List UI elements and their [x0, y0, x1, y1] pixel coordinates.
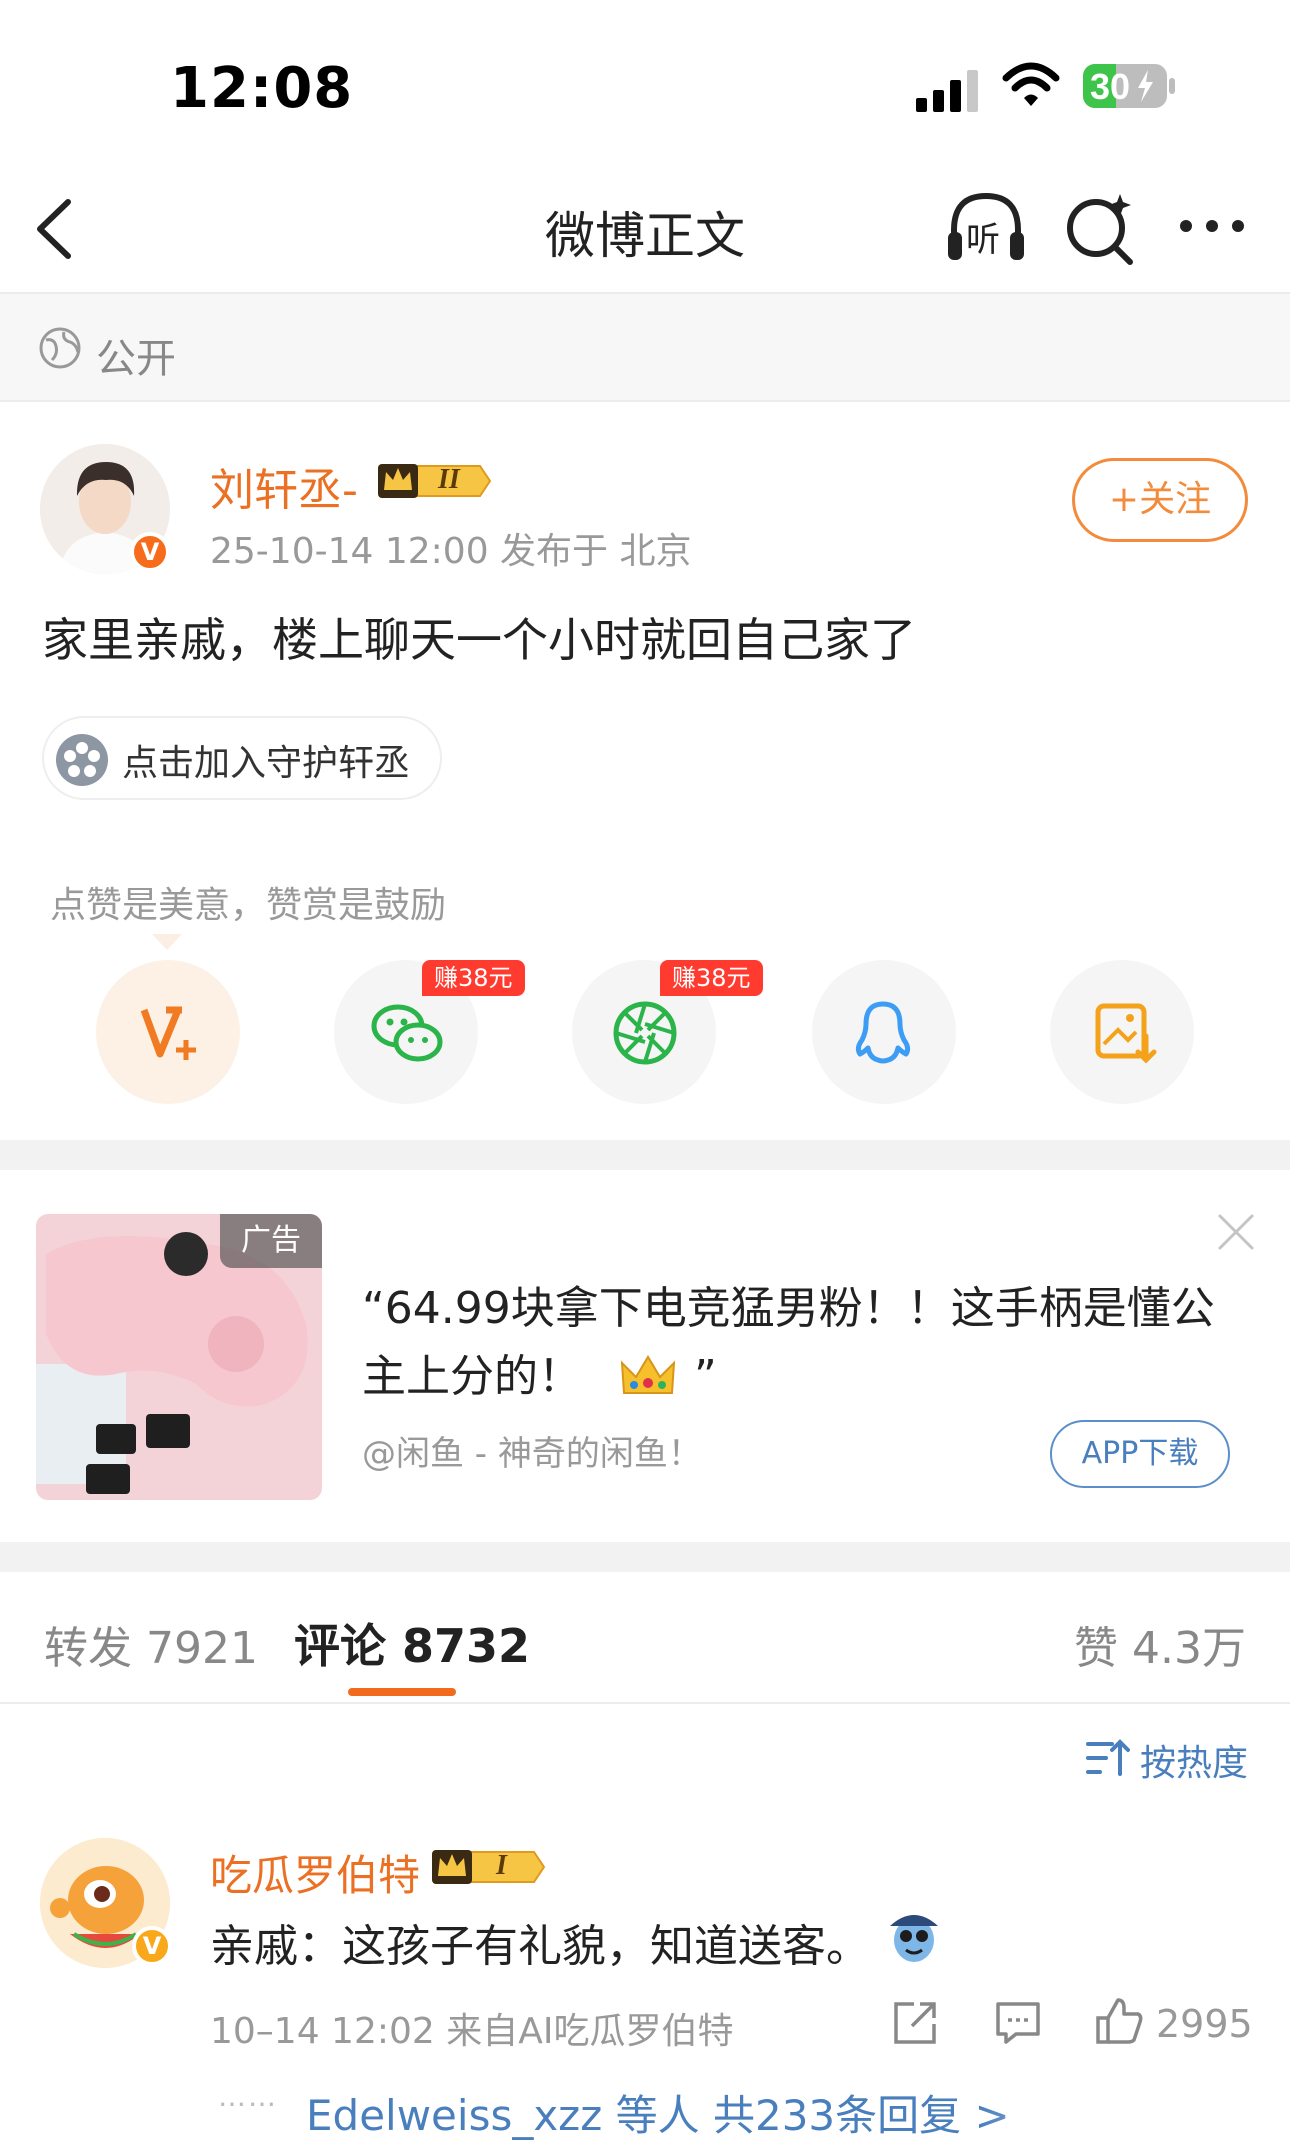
wifi-icon — [1002, 62, 1060, 106]
bottom-fade — [980, 2070, 1290, 2141]
close-icon[interactable] — [1214, 1210, 1258, 1254]
member-crown-badge[interactable]: II — [376, 458, 492, 504]
search-icon[interactable] — [1064, 190, 1136, 266]
comment-text: 亲戚：这孩子有礼貌，知道送客。 — [210, 1921, 870, 1972]
ad-tag: 广告 — [220, 1214, 322, 1268]
join-guard-label: 点击加入守护轩丞 — [122, 743, 411, 784]
comment-icon[interactable] — [994, 2000, 1042, 2046]
globe-icon — [39, 327, 81, 369]
ad-title-close-quote: ” — [694, 1351, 717, 1402]
member-crown-badge[interactable]: I — [430, 1844, 546, 1890]
tab-repost[interactable]: 转发 7921 — [44, 1612, 258, 1676]
ad-title-line2-text: 主上分的！ — [362, 1351, 582, 1402]
crown-emoji-icon — [620, 1355, 676, 1394]
view-replies-link[interactable]: Edelweiss_xzz 等人 共233条回复 > — [306, 2082, 1010, 2141]
camera-aperture-icon — [613, 1001, 677, 1065]
section-gap — [0, 1140, 1290, 1170]
earn-badge-wechat: 赚38元 — [422, 960, 525, 996]
tab-comment[interactable]: 评论 8732 — [294, 1610, 530, 1676]
follow-button[interactable]: +关注 — [1072, 458, 1248, 542]
cellular-signal-icon — [916, 70, 978, 112]
wechat-icon — [371, 1004, 443, 1062]
section-gap — [0, 1542, 1290, 1572]
verified-badge: V — [130, 532, 170, 572]
qq-penguin-icon — [855, 1001, 911, 1064]
visibility-bar — [0, 294, 1290, 402]
ad-title-line2[interactable]: 主上分的！ ” — [362, 1340, 717, 1404]
more-icon[interactable] — [1178, 212, 1246, 240]
flower-icon — [56, 734, 108, 786]
member-level: I — [496, 1850, 507, 1881]
active-tab-indicator — [348, 1688, 456, 1696]
member-level: II — [438, 464, 460, 495]
replies-dots: …… — [218, 2080, 278, 2113]
weibo-v-plus-icon — [140, 1006, 196, 1060]
cartoon-emoji-icon — [890, 1915, 938, 1962]
status-time: 12:08 — [170, 56, 354, 121]
share-icon[interactable] — [892, 2000, 938, 2046]
commenter-name[interactable]: 吃瓜罗伯特 — [210, 1842, 420, 1903]
ad-source[interactable]: @闲鱼 - 神奇的闲鱼！ — [362, 1426, 702, 1475]
listen-label: 听 — [966, 220, 1000, 260]
app-download-button[interactable]: APP下载 — [1050, 1420, 1230, 1488]
comment-like-count: 2995 — [1156, 2002, 1253, 2046]
post-text: 家里亲戚，楼上聊天一个小时就回自己家了 — [42, 613, 916, 667]
thumbs-up-icon[interactable] — [1094, 1996, 1144, 2046]
listen-button[interactable]: 听 — [944, 188, 1028, 268]
sort-icon[interactable] — [1086, 1738, 1130, 1778]
hint-pointer-icon — [152, 934, 182, 950]
tab-divider — [0, 1702, 1290, 1704]
sort-label[interactable]: 按热度 — [1140, 1734, 1248, 1786]
earn-badge-moments: 赚38元 — [660, 960, 763, 996]
verified-badge: V — [132, 1926, 172, 1966]
save-image-icon — [1095, 1003, 1157, 1064]
ad-title-line1[interactable]: “64.99块拿下电竞猛男粉！！这手柄是懂公 — [362, 1272, 1215, 1336]
post-meta: 25-10-14 12:00 发布于 北京 — [210, 531, 692, 572]
battery-level: 30 — [1090, 66, 1131, 107]
battery-icon: 30 — [1082, 62, 1176, 110]
tab-like[interactable]: 赞 4.3万 — [1074, 1612, 1246, 1676]
visibility-label: 公开 — [96, 336, 176, 382]
praise-hint: 点赞是美意，赞赏是鼓励 — [50, 885, 447, 926]
author-name[interactable]: 刘轩丞- — [210, 454, 358, 518]
comment-meta: 10–14 12:02 来自AI吃瓜罗伯特 — [210, 2011, 734, 2052]
